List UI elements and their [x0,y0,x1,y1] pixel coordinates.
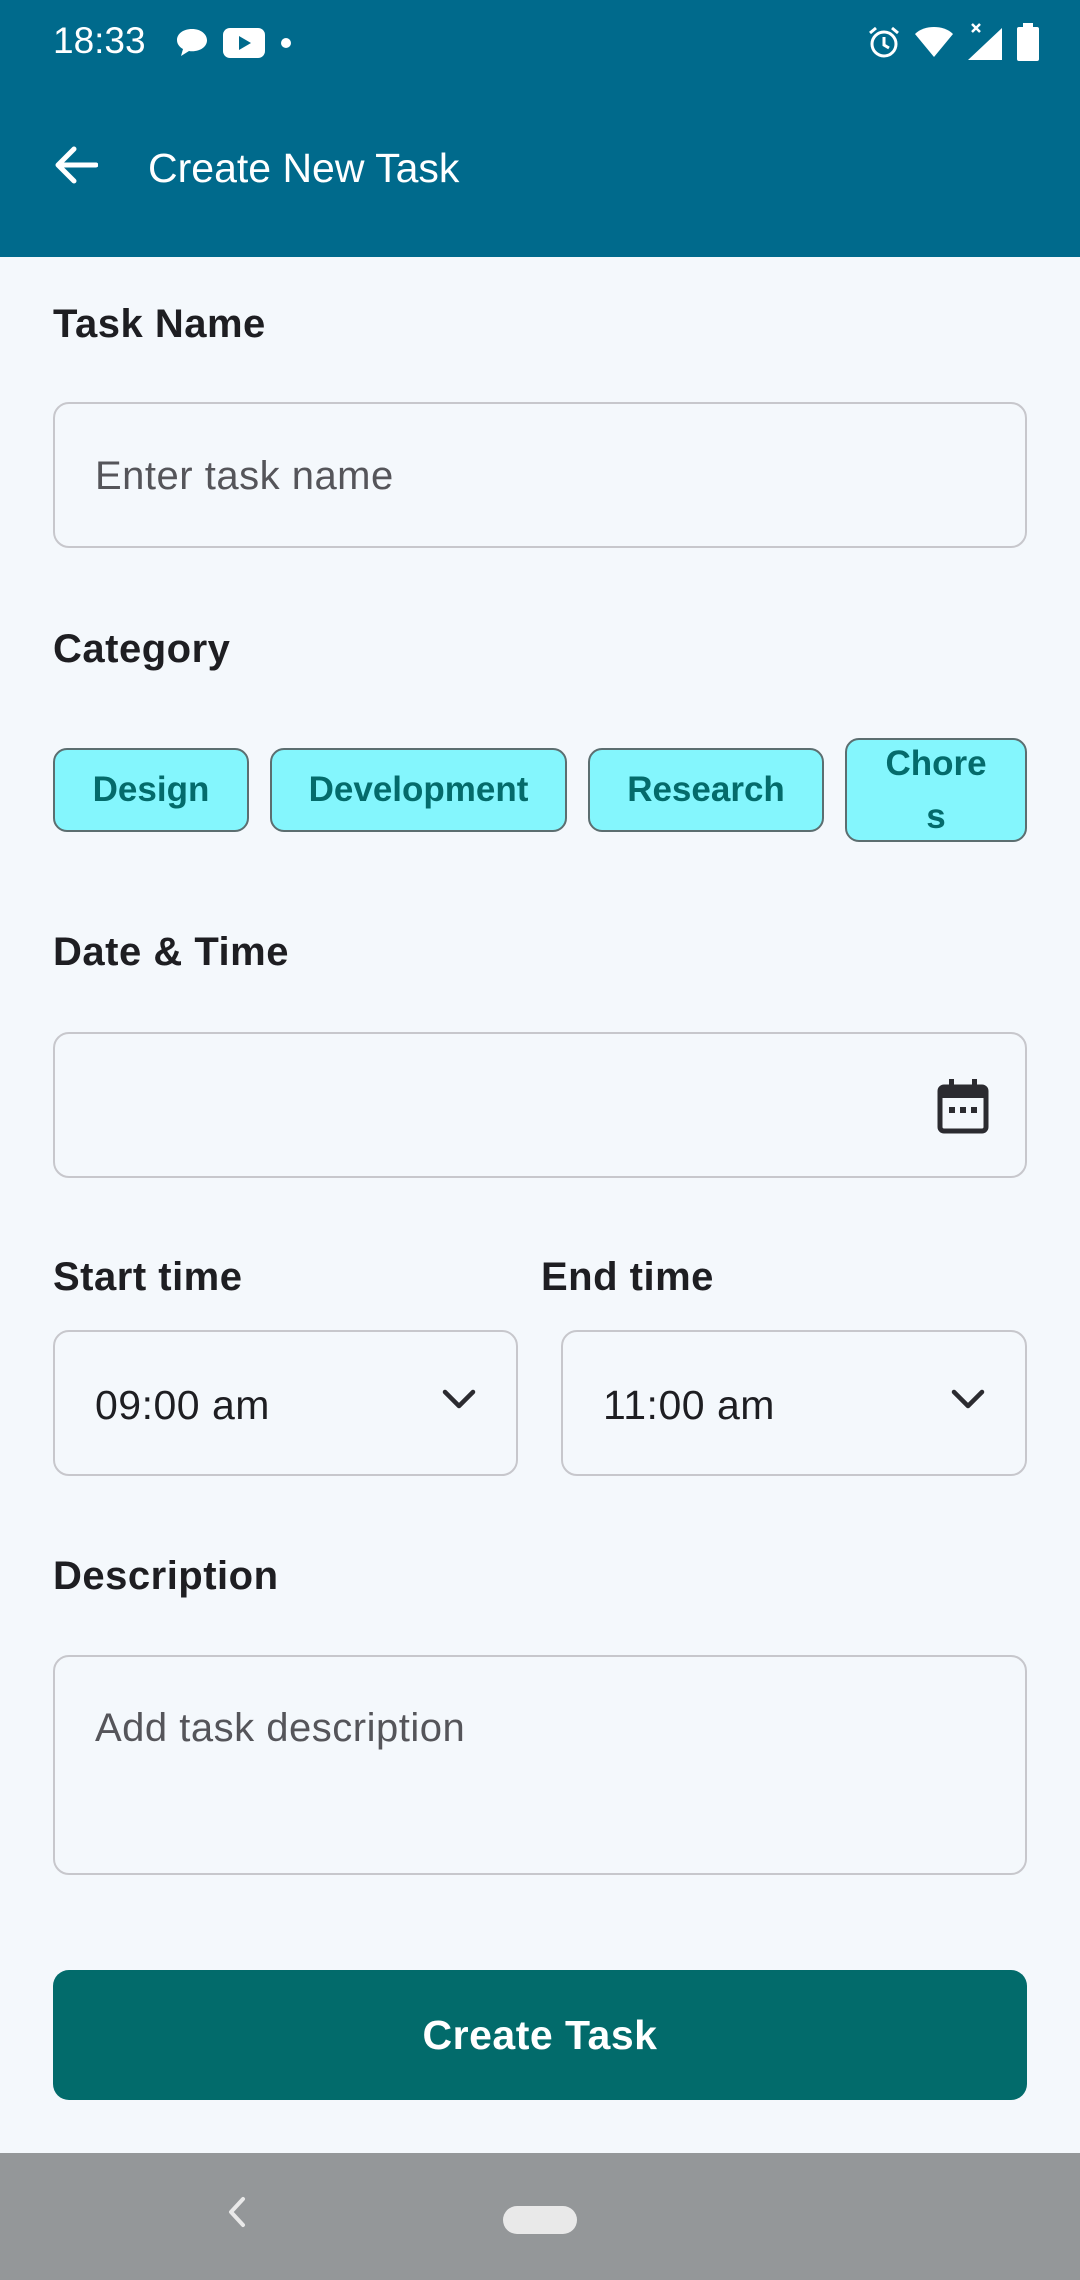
nav-back-icon[interactable] [226,2195,248,2234]
chip-label: Research [627,770,785,809]
date-time-label: Date & Time [53,930,289,974]
category-chip-research[interactable]: Research [588,748,824,832]
task-name-placeholder: Enter task name [95,454,394,498]
category-chip-development[interactable]: Development [270,748,567,832]
end-time-select[interactable]: 11:00 am [561,1330,1027,1476]
arrow-back-icon [52,145,99,190]
description-placeholder: Add task description [95,1706,466,1750]
create-task-label: Create Task [422,2011,658,2058]
status-bar: 18:33 [0,0,1080,88]
create-task-button[interactable]: Create Task [53,1970,1027,2100]
category-chip-design[interactable]: Design [53,748,249,832]
system-status-icons [866,22,1040,66]
task-name-label: Task Name [53,302,266,346]
youtube-icon [223,27,265,63]
chip-label: Development [308,770,529,809]
start-time-value: 09:00 am [95,1382,270,1428]
alarm-icon [866,24,902,65]
calendar-icon[interactable] [937,1078,989,1139]
start-time-label: Start time [53,1255,243,1299]
category-label: Category [53,627,231,671]
nav-home-pill[interactable] [503,2206,577,2234]
chevron-down-icon [442,1388,476,1415]
chip-label: Design [92,770,210,809]
app-bar: Create New Task [0,88,1080,257]
wifi-icon [914,25,954,64]
start-time-select[interactable]: 09:00 am [53,1330,518,1476]
notification-icons [175,24,293,66]
chat-bubble-icon [175,27,209,64]
date-time-input[interactable] [53,1032,1027,1178]
dot-icon [279,36,293,55]
end-time-label: End time [541,1255,714,1299]
category-chip-chores[interactable]: Chores [845,738,1027,842]
signal-icon [966,22,1004,67]
status-time: 18:33 [53,20,146,61]
battery-icon [1016,22,1040,66]
page-title: Create New Task [148,145,460,191]
navigation-bar [0,2153,1080,2280]
description-label: Description [53,1554,279,1598]
task-name-input[interactable]: Enter task name [53,402,1027,548]
chip-label: Chores [885,744,987,836]
end-time-value: 11:00 am [603,1382,775,1428]
back-button[interactable] [40,132,110,202]
description-input[interactable]: Add task description [53,1655,1027,1875]
chevron-down-icon [951,1388,985,1415]
